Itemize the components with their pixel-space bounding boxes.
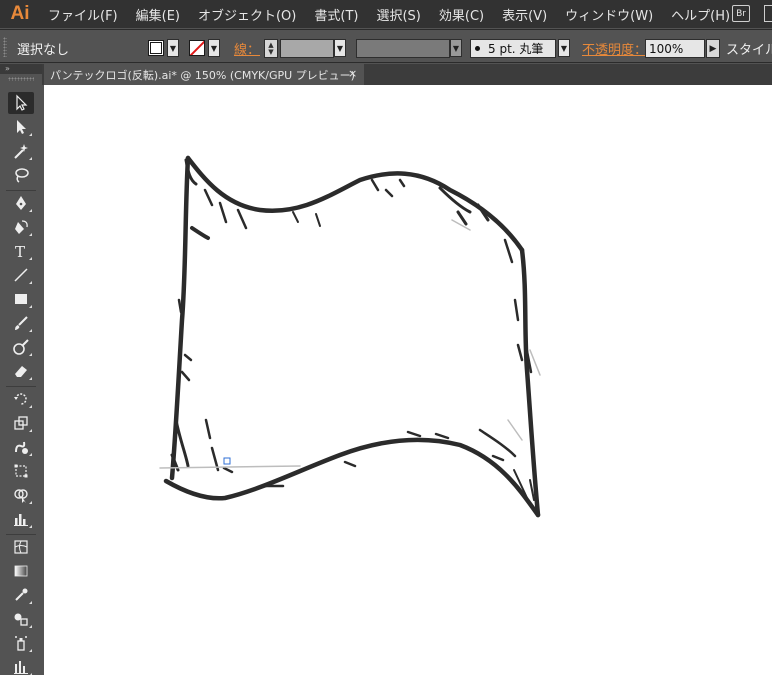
brush-dropdown[interactable]: ▼ — [558, 39, 570, 57]
flag-bottom-edge — [163, 437, 541, 518]
svg-text:T: T — [15, 243, 25, 260]
app-logo: Ai — [10, 3, 30, 24]
lasso-tool-icon[interactable] — [8, 164, 34, 186]
toolbox: » T — [0, 64, 42, 675]
menu-window[interactable]: ウィンドウ(W) — [565, 5, 653, 24]
menu-effect[interactable]: 効果(C) — [439, 5, 484, 24]
gradient-tool-icon[interactable] — [8, 560, 34, 582]
eraser-tool-icon[interactable] — [8, 360, 34, 382]
stroke-weight-spinner[interactable]: ▲ ▼ — [264, 39, 278, 58]
magic-wand-tool-icon[interactable] — [8, 140, 34, 162]
selection-tool-icon[interactable] — [8, 92, 34, 114]
menu-type[interactable]: 書式(T) — [314, 5, 358, 24]
shape-builder-tool-icon[interactable] — [8, 484, 34, 506]
mesh-tool-icon[interactable] — [8, 536, 34, 558]
type-tool-icon[interactable]: T — [8, 240, 34, 262]
opacity-field[interactable]: 100% — [645, 39, 705, 58]
stroke-weight-dropdown[interactable]: ▼ — [334, 39, 346, 57]
free-transform-tool-icon[interactable] — [8, 460, 34, 482]
brush-definition-field[interactable]: 5 pt. 丸筆 — [470, 39, 556, 58]
flag-left-edge — [169, 155, 191, 481]
toolbox-collapse-icon[interactable]: » — [0, 64, 42, 74]
stroke-weight-label[interactable]: 線： — [234, 39, 260, 58]
opacity-arrow-button[interactable]: ▶ — [706, 39, 720, 58]
selection-status: 選択なし — [17, 43, 70, 58]
anchor-point-marker — [223, 457, 231, 465]
menu-object[interactable]: オブジェクト(O) — [198, 5, 296, 24]
menu-view[interactable]: 表示(V) — [502, 5, 547, 24]
symbol-sprayer-tool-icon[interactable] — [8, 632, 34, 654]
curvature-tool-icon[interactable] — [8, 216, 34, 238]
artboard-canvas[interactable] — [44, 85, 772, 675]
opacity-label[interactable]: 不透明度： — [582, 39, 647, 58]
menu-edit[interactable]: 編集(E) — [136, 5, 180, 24]
menu-file[interactable]: ファイル(F) — [48, 5, 118, 24]
column-graph-tool-icon[interactable] — [8, 656, 34, 675]
menu-bar: Ai ファイル(F) 編集(E) オブジェクト(O) 書式(T) 選択(S) 効… — [0, 0, 772, 28]
fill-dropdown-button[interactable]: ▼ — [167, 39, 179, 57]
brush-definition-value: 5 pt. 丸筆 — [488, 42, 544, 56]
control-bar-grip[interactable] — [3, 37, 7, 57]
rectangle-tool-icon[interactable] — [8, 288, 34, 310]
control-bar: 選択なし ▼ ▼ 線： ▲ ▼ ▼ ▼ 5 pt. 丸筆 ▼ 不透明度： 100%… — [0, 29, 772, 63]
line-segment-tool-icon[interactable] — [8, 264, 34, 286]
toolbox-grip[interactable] — [8, 77, 34, 81]
menu-select[interactable]: 選択(S) — [376, 5, 420, 24]
style-label: スタイル — [726, 43, 772, 58]
fill-color-swatch[interactable] — [148, 40, 164, 56]
profile-dropdown[interactable]: ▼ — [450, 39, 462, 57]
brush-dot-icon — [475, 46, 480, 51]
pen-tool-icon[interactable] — [8, 192, 34, 214]
document-tab[interactable]: パンテックロゴ(反転).ai* @ 150% (CMYK/GPU プレビュー) … — [44, 64, 364, 85]
paintbrush-tool-icon[interactable] — [8, 312, 34, 334]
warp-tool-icon[interactable] — [8, 436, 34, 458]
direct-selection-tool-icon[interactable] — [8, 116, 34, 138]
rotate-tool-icon[interactable] — [8, 388, 34, 410]
stroke-dropdown-button[interactable]: ▼ — [208, 39, 220, 57]
scale-tool-icon[interactable] — [8, 412, 34, 434]
variable-width-profile[interactable] — [356, 39, 450, 58]
stroke-weight-field[interactable] — [280, 39, 334, 58]
flag-top-edge — [185, 155, 525, 253]
flag-artwork[interactable] — [44, 85, 772, 675]
blob-brush-tool-icon[interactable] — [8, 336, 34, 358]
eyedropper-tool-icon[interactable] — [8, 584, 34, 606]
flag-right-edge — [519, 247, 541, 518]
menu-help[interactable]: ヘルプ(H) — [671, 5, 730, 24]
blend-tool-icon[interactable] — [8, 608, 34, 630]
graph-tool-icon[interactable] — [8, 508, 34, 530]
bridge-button[interactable]: Br — [732, 5, 750, 22]
document-tab-title: パンテックロゴ(反転).ai* @ 150% (CMYK/GPU プレビュー) — [50, 68, 355, 82]
close-tab-icon[interactable]: × — [348, 67, 357, 80]
workspace-button[interactable] — [764, 5, 772, 22]
document-tab-bar: パンテックロゴ(反転).ai* @ 150% (CMYK/GPU プレビュー) … — [42, 64, 772, 85]
stroke-color-swatch[interactable] — [189, 40, 205, 56]
